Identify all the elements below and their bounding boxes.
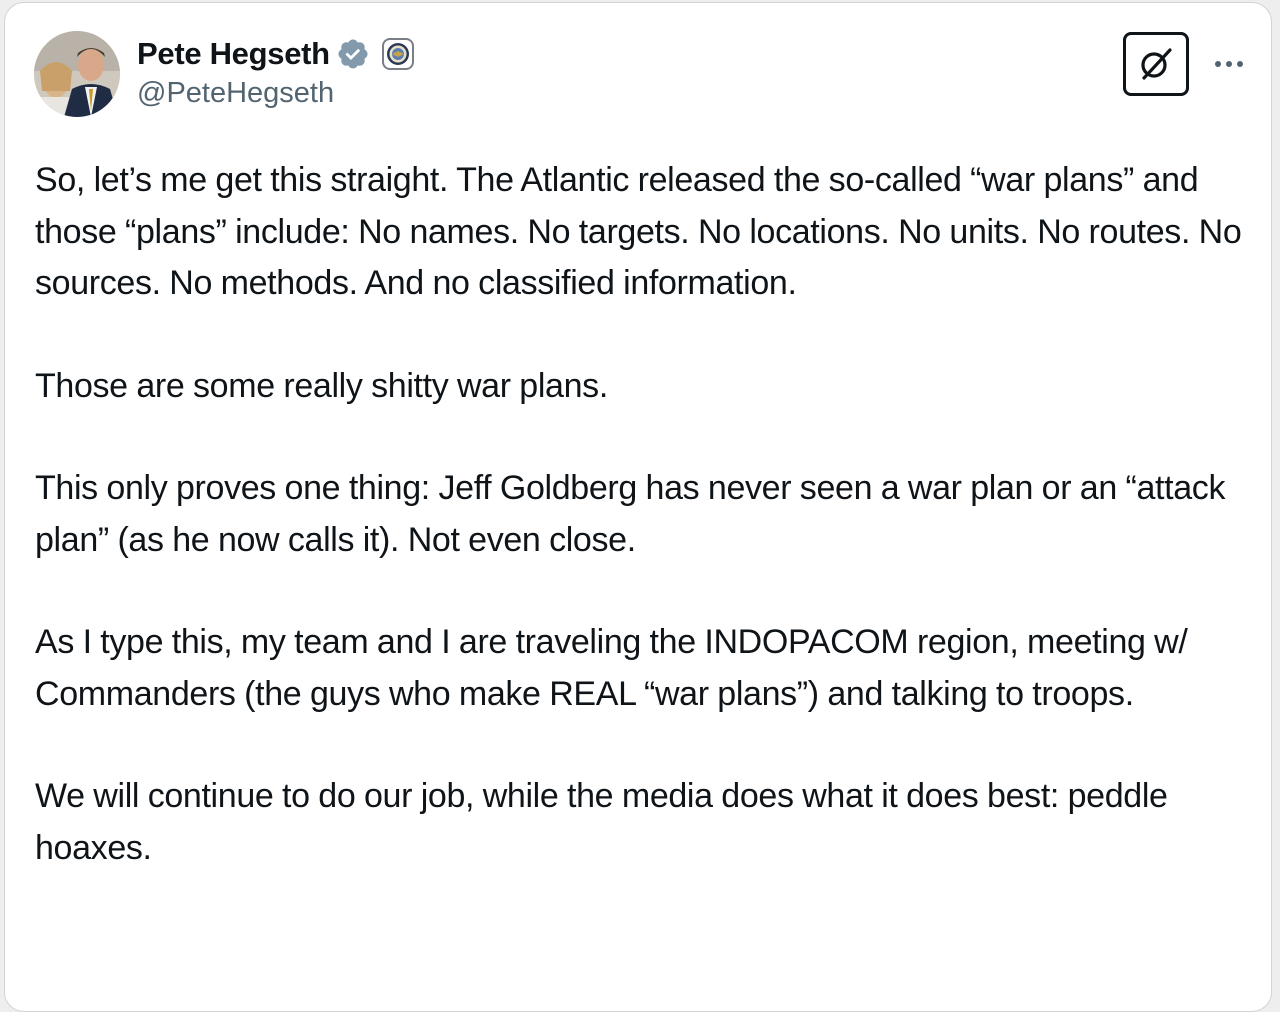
tweet-paragraph: Those are some really shitty war plans. xyxy=(35,366,608,405)
more-options-icon-dot xyxy=(1237,61,1243,67)
tweet-paragraph: This only proves one thing: Jeff Goldber… xyxy=(35,469,1226,559)
tweet-paragraph: We will continue to do our job, while th… xyxy=(35,777,1168,867)
tweet-card: Pete Hegseth @PeteHegseth So, let’s me g… xyxy=(4,2,1272,1012)
tweet-paragraph: As I type this, my team and I are travel… xyxy=(35,623,1188,713)
author-display-name[interactable]: Pete Hegseth xyxy=(137,36,330,72)
verified-badge-icon[interactable] xyxy=(336,37,370,71)
more-options-icon-dot xyxy=(1215,61,1221,67)
more-options-button[interactable] xyxy=(1209,49,1249,79)
government-seal-icon[interactable] xyxy=(381,38,414,70)
tweet-text: So, let’s me get this straight. The Atla… xyxy=(35,155,1260,925)
author-handle[interactable]: @PeteHegseth xyxy=(137,77,334,110)
avatar[interactable] xyxy=(34,31,120,117)
more-options-icon-dot xyxy=(1226,61,1232,67)
author-name-row: Pete Hegseth xyxy=(137,33,414,75)
tweet-paragraph: So, let’s me get this straight. The Atla… xyxy=(35,161,1242,302)
grok-icon xyxy=(1141,48,1172,80)
grok-button[interactable] xyxy=(1123,32,1189,96)
